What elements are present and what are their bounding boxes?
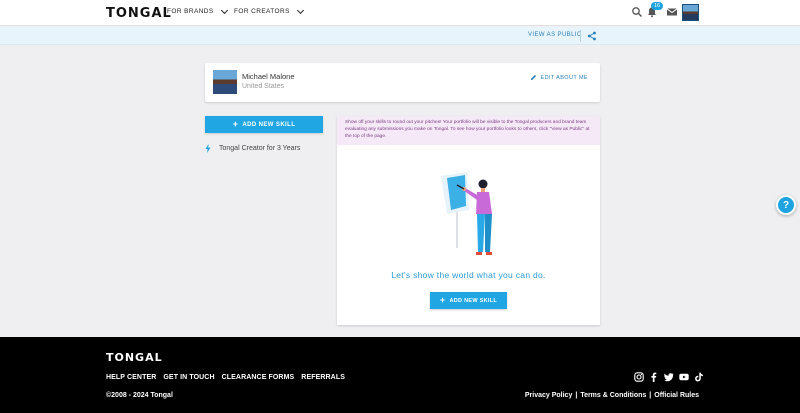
copyright: ©2008 - 2024 Tongal <box>106 392 173 399</box>
portfolio-card: Show off your skills to round out your p… <box>337 116 600 325</box>
facebook-icon[interactable] <box>649 372 659 382</box>
profile-avatar <box>213 70 237 94</box>
social-links <box>634 372 704 382</box>
chevron-down-icon <box>220 6 228 14</box>
profile-location: United States <box>242 83 285 90</box>
tiktok-icon[interactable] <box>694 372 704 382</box>
instagram-icon[interactable] <box>634 372 644 382</box>
mail-icon[interactable] <box>666 6 678 18</box>
creator-tenure-text: Tongal Creator for 3 Years <box>219 145 301 152</box>
add-new-skill-label: ADD NEW SKILL <box>449 297 498 304</box>
menu-for-brands[interactable]: FOR BRANDS <box>167 6 228 15</box>
portfolio-tagline: Let's show the world what you can do. <box>391 270 546 280</box>
footer-logo: TONGAL <box>106 351 163 364</box>
privacy-policy-link[interactable]: Privacy Policy <box>525 392 572 399</box>
youtube-icon[interactable] <box>679 372 689 382</box>
menu-for-creators[interactable]: FOR CREATORS <box>234 6 304 15</box>
footer-link-get-in-touch[interactable]: GET IN TOUCH <box>163 374 214 381</box>
search-icon[interactable] <box>631 6 643 18</box>
edit-about-me-button[interactable]: EDIT ABOUT ME <box>530 74 588 81</box>
artist-illustration <box>441 172 492 255</box>
twitter-icon[interactable] <box>664 372 674 382</box>
portfolio-info-banner: Show off your skills to round out your p… <box>337 116 600 145</box>
lightning-icon <box>205 144 211 153</box>
chevron-down-icon <box>296 6 304 14</box>
menu-for-creators-label: FOR CREATORS <box>234 8 290 15</box>
official-rules-link[interactable]: Official Rules <box>654 392 699 399</box>
plus-icon: + <box>439 295 446 305</box>
profile-name: Michael Malone <box>242 72 295 81</box>
edit-about-me-label: EDIT ABOUT ME <box>540 74 588 81</box>
add-new-skill-button[interactable]: + ADD NEW SKILL <box>205 116 323 133</box>
profile-card: Michael Malone United States EDIT ABOUT … <box>205 63 600 102</box>
legal-separator: | <box>575 392 578 399</box>
public-view-bar: VIEW AS PUBLIC <box>0 27 800 45</box>
footer-links: HELP CENTER GET IN TOUCH CLEARANCE FORMS… <box>106 374 345 381</box>
user-avatar[interactable] <box>682 4 699 21</box>
help-button[interactable]: ? <box>776 195 796 215</box>
footer-link-help-center[interactable]: HELP CENTER <box>106 374 156 381</box>
footer: TONGAL HELP CENTER GET IN TOUCH CLEARANC… <box>0 337 800 413</box>
terms-link[interactable]: Terms & Conditions <box>580 392 646 399</box>
share-icon[interactable] <box>587 31 597 41</box>
tongal-logo[interactable]: TONGAL <box>106 6 172 21</box>
legal-links: Privacy Policy | Terms & Conditions | Of… <box>525 392 699 399</box>
legal-separator: | <box>649 392 652 399</box>
add-new-skill-label: ADD NEW SKILL <box>242 121 296 128</box>
footer-link-clearance-forms[interactable]: CLEARANCE FORMS <box>222 374 295 381</box>
notification-badge: 16 <box>651 2 664 10</box>
top-navigation: TONGAL FOR BRANDS FOR CREATORS 16 <box>0 0 800 26</box>
footer-link-referrals[interactable]: REFERRALS <box>301 374 345 381</box>
pencil-icon <box>530 74 536 81</box>
creator-tenure: Tongal Creator for 3 Years <box>205 144 300 153</box>
divider <box>580 30 581 42</box>
add-new-skill-button-main[interactable]: + ADD NEW SKILL <box>430 292 507 309</box>
menu-for-brands-label: FOR BRANDS <box>167 8 214 15</box>
plus-icon: + <box>232 119 239 129</box>
help-icon: ? <box>782 199 790 211</box>
view-as-public-link[interactable]: VIEW AS PUBLIC <box>528 32 582 38</box>
